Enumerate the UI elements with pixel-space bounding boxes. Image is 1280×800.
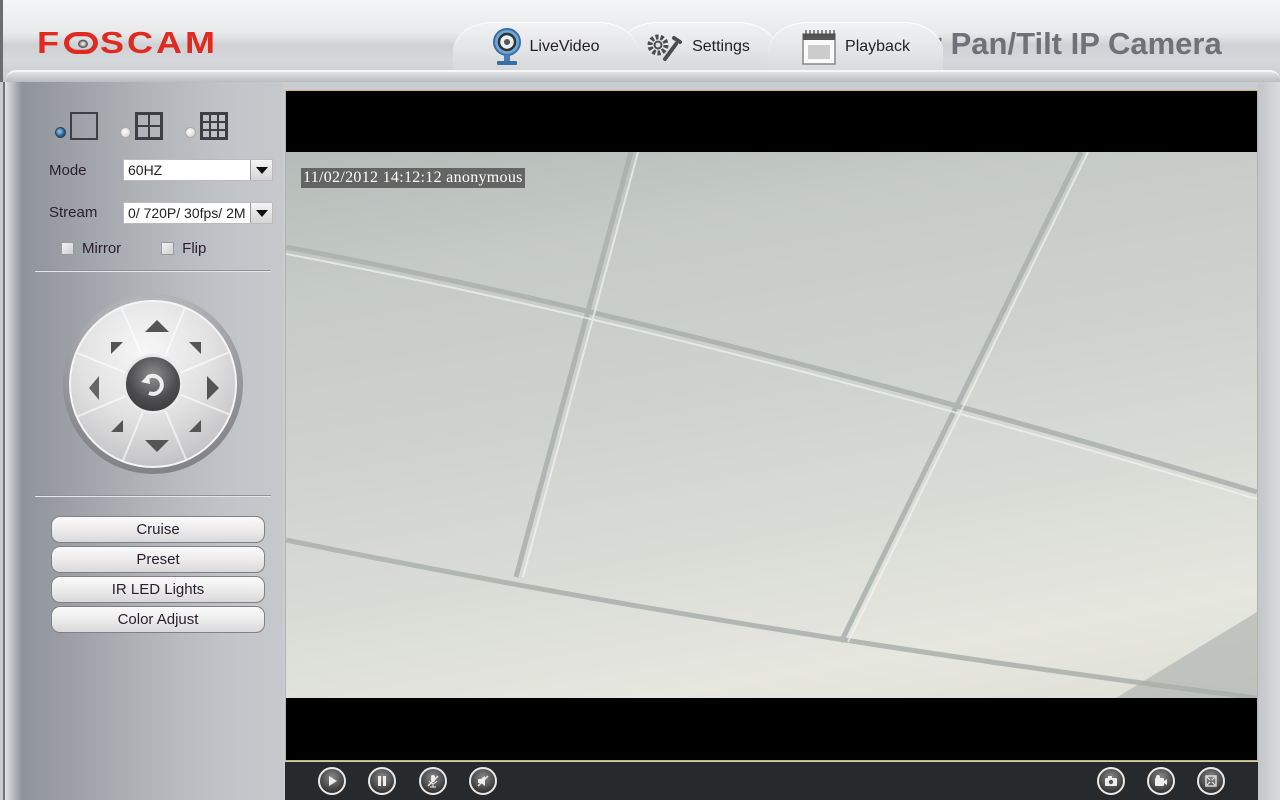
live-video-feed: 11/02/2012 14:12:12 anonymous bbox=[286, 152, 1257, 698]
radio-button[interactable] bbox=[185, 126, 196, 138]
ptz-pad bbox=[69, 300, 237, 468]
header: F SCAM LiveVideo Settings Playback or Pa… bbox=[0, 0, 1280, 82]
sidebar: Mode 60HZ Stream 0/ 720P/ 30fps/ 2M Mirr… bbox=[3, 82, 283, 800]
ptz-right-arrow-icon[interactable] bbox=[207, 376, 219, 400]
radio-button[interactable] bbox=[120, 126, 131, 138]
tab-label: Playback bbox=[845, 38, 910, 55]
speaker-off-icon bbox=[477, 775, 489, 787]
stream-select[interactable]: 0/ 720P/ 30fps/ 2M bbox=[123, 202, 273, 224]
color-adjust-button[interactable]: Color Adjust bbox=[51, 606, 265, 633]
layout-single-option[interactable] bbox=[55, 112, 98, 140]
stream-label: Stream bbox=[49, 204, 98, 221]
layout-selector bbox=[55, 112, 250, 140]
ptz-down-arrow-icon[interactable] bbox=[145, 440, 169, 452]
nine-view-icon bbox=[200, 112, 228, 140]
mode-label: Mode bbox=[49, 162, 87, 179]
mirror-checkbox[interactable]: Mirror bbox=[61, 240, 121, 257]
ptz-up-right-arrow-icon[interactable] bbox=[189, 342, 201, 354]
header-divider bbox=[6, 70, 1280, 82]
ptz-control bbox=[63, 294, 243, 474]
snapshot-button[interactable] bbox=[1097, 767, 1125, 795]
radio-button[interactable] bbox=[55, 126, 66, 138]
webcam-icon bbox=[492, 27, 522, 67]
gear-wrench-icon bbox=[646, 32, 684, 62]
microphone-button[interactable] bbox=[419, 767, 447, 795]
record-button[interactable] bbox=[1147, 767, 1175, 795]
mode-select[interactable]: 60HZ bbox=[123, 159, 273, 181]
tab-label: Settings bbox=[692, 38, 750, 55]
snapshot-icon bbox=[1105, 776, 1117, 786]
play-icon bbox=[329, 776, 337, 786]
cruise-button[interactable]: Cruise bbox=[51, 516, 265, 543]
layout-nine-option[interactable] bbox=[185, 112, 228, 140]
ptz-reset-button[interactable] bbox=[123, 354, 183, 414]
chevron-down-icon[interactable] bbox=[250, 160, 272, 180]
rotate-icon bbox=[141, 373, 164, 396]
single-view-icon bbox=[70, 112, 98, 140]
ceiling-scene bbox=[286, 152, 1257, 698]
ptz-down-left-arrow-icon[interactable] bbox=[111, 420, 123, 432]
flip-mirror-options: Mirror Flip bbox=[61, 240, 246, 257]
divider bbox=[35, 495, 271, 497]
calendar-icon bbox=[801, 28, 837, 66]
tab-playback[interactable]: Playback bbox=[768, 22, 943, 72]
tab-livevideo[interactable]: LiveVideo bbox=[453, 22, 638, 72]
foscam-logo: F SCAM bbox=[37, 25, 218, 60]
checkbox[interactable] bbox=[161, 242, 175, 255]
preset-button[interactable]: Preset bbox=[51, 546, 265, 573]
flip-label: Flip bbox=[182, 240, 207, 257]
record-icon bbox=[1155, 775, 1167, 786]
chevron-down-icon[interactable] bbox=[250, 203, 272, 223]
pause-button[interactable] bbox=[368, 767, 396, 795]
divider bbox=[35, 270, 271, 272]
ptz-up-arrow-icon[interactable] bbox=[145, 320, 169, 332]
mode-value: 60HZ bbox=[128, 162, 163, 178]
video-timestamp-overlay: 11/02/2012 14:12:12 anonymous bbox=[301, 168, 525, 188]
mirror-label: Mirror bbox=[82, 240, 122, 257]
video-toolbar bbox=[285, 762, 1258, 800]
microphone-off-icon bbox=[427, 775, 439, 788]
stream-value: 0/ 720P/ 30fps/ 2M bbox=[128, 205, 246, 221]
play-button[interactable] bbox=[318, 767, 346, 795]
ptz-left-arrow-icon[interactable] bbox=[89, 376, 99, 400]
fullscreen-icon bbox=[1205, 775, 1217, 787]
layout-quad-option[interactable] bbox=[120, 112, 163, 140]
speaker-button[interactable] bbox=[469, 767, 497, 795]
ir-led-lights-button[interactable]: IR LED Lights bbox=[51, 576, 265, 603]
quad-view-icon bbox=[135, 112, 163, 140]
fullscreen-button[interactable] bbox=[1197, 767, 1225, 795]
product-title: or Pan/Tilt IP Camera bbox=[911, 26, 1222, 61]
ptz-down-right-arrow-icon[interactable] bbox=[189, 420, 201, 432]
pause-icon bbox=[378, 776, 386, 786]
checkbox[interactable] bbox=[61, 242, 74, 255]
right-border bbox=[1258, 82, 1280, 800]
video-player[interactable]: 11/02/2012 14:12:12 anonymous bbox=[285, 90, 1258, 761]
tab-label: LiveVideo bbox=[529, 38, 600, 55]
flip-checkbox[interactable]: Flip bbox=[161, 240, 206, 257]
ptz-up-left-arrow-icon[interactable] bbox=[111, 342, 123, 354]
tab-settings[interactable]: Settings bbox=[618, 22, 778, 72]
lens-icon bbox=[64, 31, 98, 55]
